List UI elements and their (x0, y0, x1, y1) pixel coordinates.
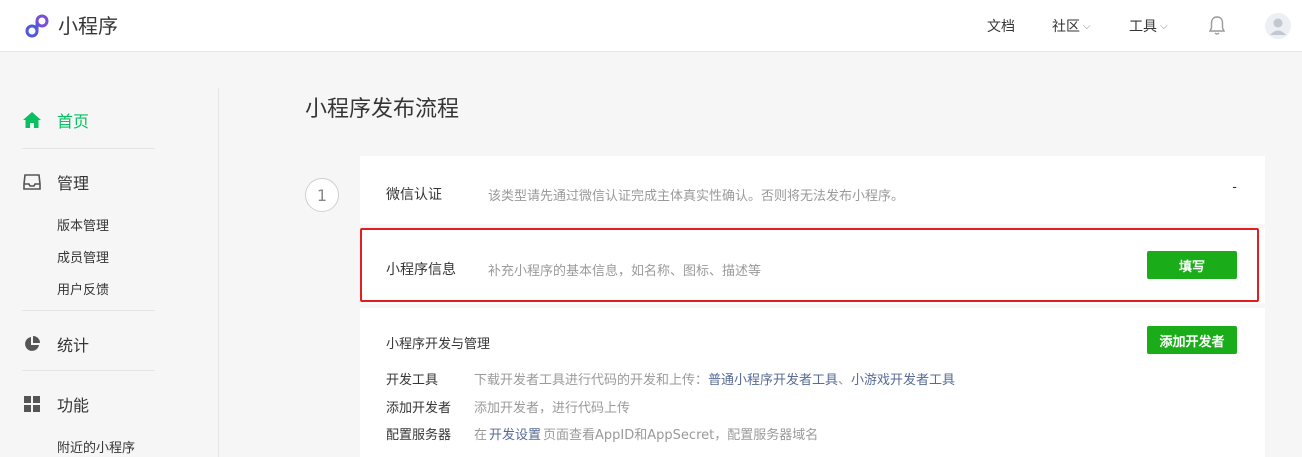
nav-community[interactable]: 社区 ⌵ (1052, 0, 1091, 52)
highlight-box (360, 228, 1259, 302)
grid-icon (22, 394, 42, 414)
dev-row-key: 开发工具 (386, 373, 439, 388)
logo[interactable]: 小程序 (24, 12, 118, 40)
step-status: - (1232, 180, 1237, 195)
link-dev-settings[interactable]: 开发设置 (489, 424, 541, 443)
page-title: 小程序发布流程 (305, 97, 460, 122)
dev-row-server-config: 配置服务器 在 开发设置 页面查看AppID和AppSecret，配置服务器域名 (386, 424, 818, 443)
sidebar-separator (22, 148, 155, 149)
sidebar-subitem-members[interactable]: 成员管理 (57, 247, 109, 266)
nav-tools[interactable]: 工具 ⌵ (1129, 0, 1168, 52)
sidebar-item-features[interactable]: 功能 (22, 392, 89, 416)
link-minigame-devtools[interactable]: 小游戏开发者工具 (851, 369, 955, 388)
user-icon (1270, 18, 1286, 35)
chevron-down-icon: ⌵ (1083, 20, 1091, 32)
step-description: 该类型请先通过微信认证完成主体真实性确认。否则将无法发布小程序。 (488, 189, 905, 204)
dev-row-key: 配置服务器 (386, 428, 452, 443)
dev-row-tools: 开发工具 下载开发者工具进行代码的开发和上传： 普通小程序开发者工具 、 小游戏… (386, 369, 955, 388)
step-label: 微信认证 (386, 187, 442, 203)
step-card-dev-manage: 小程序开发与管理 添加开发者 开发工具 下载开发者工具进行代码的开发和上传： 普… (360, 308, 1265, 457)
nav-docs-label: 文档 (987, 19, 1015, 35)
nav-community-label: 社区 (1052, 19, 1080, 35)
inbox-icon (22, 172, 42, 192)
add-developer-button[interactable]: 添加开发者 (1147, 326, 1237, 354)
sidebar-subitem-feedback[interactable]: 用户反馈 (57, 279, 109, 298)
dev-row-prefix: 在 (474, 428, 488, 443)
section-title: 小程序开发与管理 (386, 337, 491, 352)
chevron-down-icon: ⌵ (1160, 20, 1168, 32)
sidebar-item-label: 统计 (57, 336, 90, 355)
sidebar-divider (218, 88, 219, 457)
pie-chart-icon (22, 334, 42, 354)
sidebar-item-home[interactable]: 首页 (22, 108, 89, 132)
separator: 、 (838, 373, 852, 388)
sidebar-item-manage[interactable]: 管理 (22, 170, 89, 194)
sidebar-item-label: 管理 (57, 174, 90, 193)
dev-row-text: 下载开发者工具进行代码的开发和上传： (474, 373, 709, 388)
dev-row-add-developer: 添加开发者 添加开发者，进行代码上传 (386, 397, 630, 416)
bell-icon[interactable] (1207, 15, 1227, 37)
nav-docs[interactable]: 文档 (987, 0, 1015, 52)
dev-row-text: 添加开发者，进行代码上传 (474, 401, 631, 416)
avatar[interactable] (1265, 13, 1291, 39)
sidebar-subitem-nearby[interactable]: 附近的小程序 (57, 437, 135, 456)
home-icon (22, 110, 42, 130)
miniprogram-logo-icon (25, 14, 49, 38)
top-bar: 小程序 文档 社区 ⌵ 工具 ⌵ (0, 0, 1302, 52)
sidebar-subitem-versions[interactable]: 版本管理 (57, 215, 109, 234)
dev-row-key: 添加开发者 (386, 401, 452, 416)
nav-tools-label: 工具 (1129, 19, 1157, 35)
link-miniprogram-devtools[interactable]: 普通小程序开发者工具 (708, 369, 838, 388)
dev-row-suffix: 页面查看AppID和AppSecret，配置服务器域名 (543, 428, 819, 443)
step-number-badge: 1 (305, 178, 339, 212)
sidebar-separator (22, 310, 155, 311)
sidebar-item-label: 首页 (57, 112, 90, 131)
sidebar-separator (22, 370, 155, 371)
step-card-wechat-verify: 微信认证 该类型请先通过微信认证完成主体真实性确认。否则将无法发布小程序。 - (360, 156, 1265, 224)
app-name: 小程序 (58, 14, 118, 38)
sidebar-item-label: 功能 (57, 396, 90, 415)
sidebar-item-stats[interactable]: 统计 (22, 332, 89, 356)
